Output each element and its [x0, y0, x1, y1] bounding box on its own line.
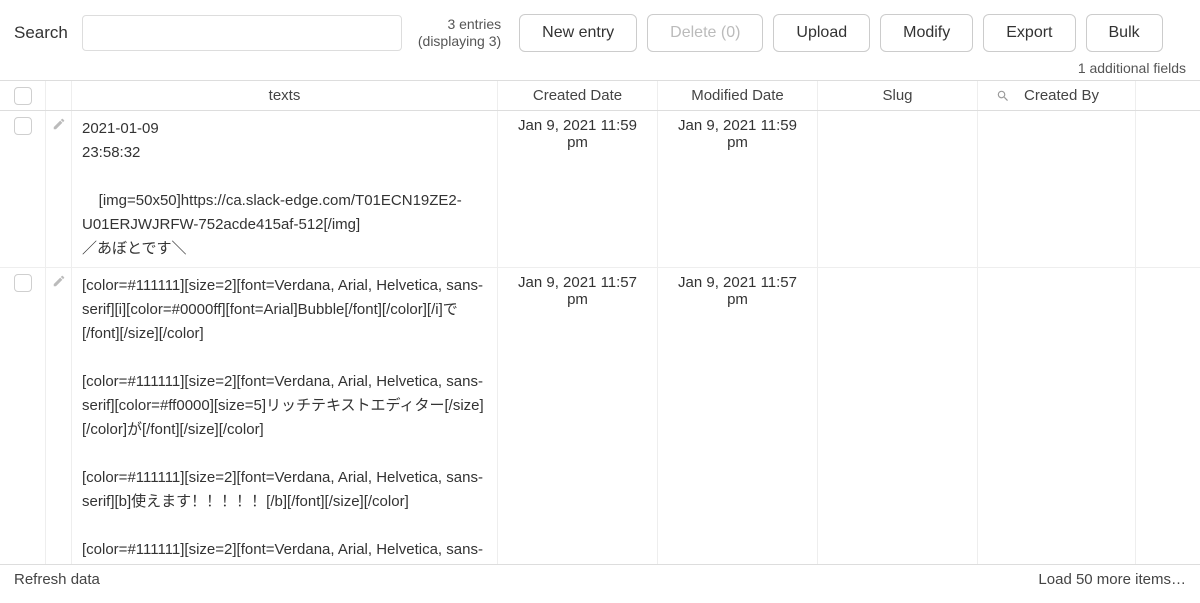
- delete-button[interactable]: Delete (0): [647, 14, 763, 52]
- table-row: 2021-01-09 23:58:32 [img=50x50]https://c…: [0, 111, 1200, 268]
- cell-texts[interactable]: [color=#111111][size=2][font=Verdana, Ar…: [82, 274, 487, 565]
- select-all-checkbox[interactable]: [14, 87, 32, 105]
- cell-created[interactable]: Jan 9, 2021 11:57 pm: [508, 274, 647, 308]
- data-grid: texts Created Date Modified Date Slug Cr…: [0, 80, 1200, 565]
- load-more-link[interactable]: Load 50 more items…: [1038, 571, 1186, 588]
- refresh-data-link[interactable]: Refresh data: [14, 571, 100, 588]
- row-checkbox[interactable]: [14, 117, 32, 135]
- header-checkbox-cell: [0, 81, 46, 110]
- entries-count-line1: 3 entries: [418, 16, 501, 34]
- header-texts[interactable]: texts: [72, 81, 498, 110]
- header-slug[interactable]: Slug: [818, 81, 978, 110]
- cell-remainder: [1136, 111, 1200, 267]
- modify-button[interactable]: Modify: [880, 14, 973, 52]
- header-created[interactable]: Created Date: [498, 81, 658, 110]
- cell-texts[interactable]: 2021-01-09 23:58:32 [img=50x50]https://c…: [82, 117, 487, 261]
- entries-count: 3 entries (displaying 3): [418, 16, 501, 51]
- search-label: Search: [14, 23, 68, 43]
- header-modified[interactable]: Modified Date: [658, 81, 818, 110]
- row-checkbox-cell: [0, 268, 46, 565]
- cell-created-by[interactable]: [978, 268, 1136, 565]
- header-created-by-label: Created By: [1018, 87, 1099, 104]
- cell-slug[interactable]: [818, 111, 978, 267]
- export-button[interactable]: Export: [983, 14, 1075, 52]
- cell-modified[interactable]: Jan 9, 2021 11:59 pm: [668, 117, 807, 151]
- edit-row-button[interactable]: [46, 268, 72, 565]
- edit-row-button[interactable]: [46, 111, 72, 267]
- header-remainder: [1136, 81, 1200, 110]
- new-entry-button[interactable]: New entry: [519, 14, 637, 52]
- upload-button[interactable]: Upload: [773, 14, 870, 52]
- cell-modified[interactable]: Jan 9, 2021 11:57 pm: [668, 274, 807, 308]
- header-edit-cell: [46, 81, 72, 110]
- cell-remainder: [1136, 268, 1200, 565]
- header-row: texts Created Date Modified Date Slug Cr…: [0, 81, 1200, 111]
- cell-slug[interactable]: [818, 268, 978, 565]
- row-checkbox[interactable]: [14, 274, 32, 292]
- header-created-by[interactable]: Created By: [978, 81, 1136, 110]
- table-row: [color=#111111][size=2][font=Verdana, Ar…: [0, 268, 1200, 565]
- entries-count-line2: (displaying 3): [418, 33, 501, 51]
- search-input[interactable]: [82, 15, 402, 51]
- cell-created-by[interactable]: [978, 111, 1136, 267]
- additional-fields-link[interactable]: 1 additional fields: [0, 60, 1200, 80]
- bulk-button[interactable]: Bulk: [1086, 14, 1163, 52]
- search-icon[interactable]: [988, 89, 1018, 103]
- row-checkbox-cell: [0, 111, 46, 267]
- cell-created[interactable]: Jan 9, 2021 11:59 pm: [508, 117, 647, 151]
